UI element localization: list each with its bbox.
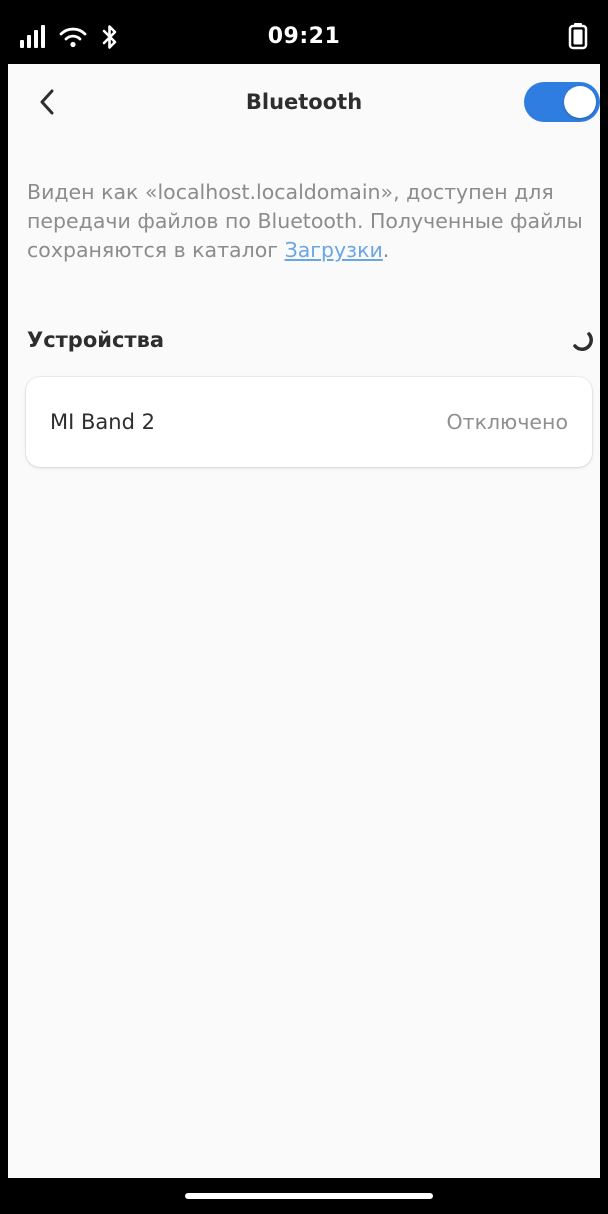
settings-screen: 09:21 Bluetooth Виден как «localhost.loc…: [8, 8, 600, 1214]
downloads-link[interactable]: Загрузки: [285, 238, 383, 262]
status-time: 09:21: [267, 24, 341, 49]
page-header: Bluetooth: [8, 64, 600, 140]
visibility-description: Виден как «localhost.localdomain», досту…: [27, 178, 587, 265]
device-status: Отключено: [446, 410, 569, 434]
device-name: MI Band 2: [50, 410, 155, 434]
page-title: Bluetooth: [245, 90, 363, 114]
battery-icon: [568, 23, 588, 50]
toggle-knob: [564, 86, 596, 118]
devices-section-header: Устройства: [27, 323, 593, 357]
device-list: MI Band 2 Отключено: [26, 377, 592, 467]
bluetooth-toggle[interactable]: [524, 82, 600, 122]
device-row[interactable]: MI Band 2 Отключено: [26, 377, 592, 467]
description-suffix: .: [382, 238, 390, 262]
home-indicator[interactable]: [185, 1193, 433, 1199]
spinner-icon: [573, 332, 593, 351]
devices-section-title: Устройства: [27, 328, 165, 352]
bottom-bar: [0, 1178, 608, 1214]
status-bar: 09:21: [8, 8, 600, 64]
